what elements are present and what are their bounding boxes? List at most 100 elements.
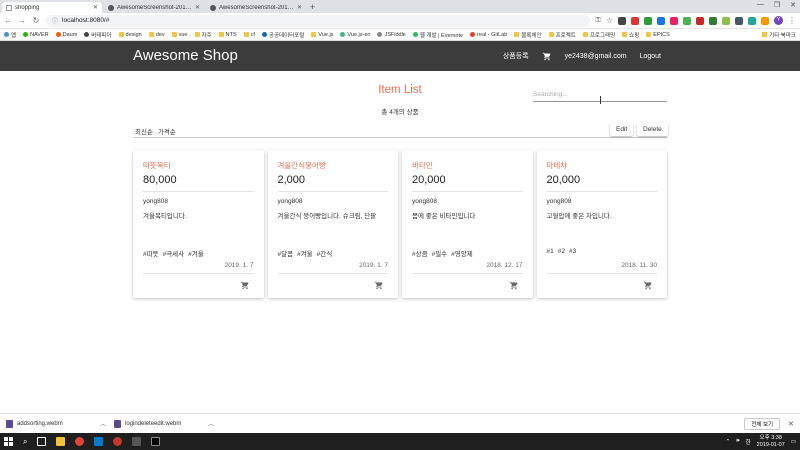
bookmark-item[interactable]: real · GitLab bbox=[470, 32, 507, 38]
system-clock[interactable]: 오후 3:38 2019-01-07 bbox=[757, 435, 785, 448]
bookmark-item[interactable]: Vue.js-en bbox=[340, 32, 370, 38]
bookmark-item[interactable]: JSFiddle bbox=[377, 32, 406, 38]
extension-icon[interactable] bbox=[722, 16, 730, 25]
tag[interactable]: #2 bbox=[558, 248, 565, 255]
browser-tab[interactable]: AwesomeScreenshot-2019-01-0 ✕ bbox=[206, 2, 306, 13]
item-card[interactable]: 마테차 20,000 yong808 고혈압에 좋은 차입니다. #1 #2 #… bbox=[536, 150, 667, 298]
cart-icon[interactable] bbox=[542, 52, 552, 61]
tag[interactable]: #극세사 bbox=[163, 248, 185, 258]
extension-icon[interactable] bbox=[709, 16, 717, 25]
add-to-cart-icon[interactable] bbox=[240, 281, 250, 290]
tag[interactable]: #겨울 bbox=[188, 248, 204, 258]
sort-price[interactable]: 가격순 bbox=[158, 126, 176, 136]
minimize-icon[interactable]: — bbox=[757, 1, 764, 9]
chevron-up-icon[interactable]: ︿ bbox=[100, 419, 106, 428]
logout-link[interactable]: Logout bbox=[640, 53, 661, 60]
star-icon[interactable]: ☆ bbox=[606, 16, 613, 25]
info-icon[interactable]: ⓘ bbox=[52, 16, 58, 25]
app-icon[interactable] bbox=[132, 437, 142, 446]
close-icon[interactable]: ✕ bbox=[297, 4, 302, 11]
tag[interactable]: #1 bbox=[547, 248, 554, 255]
delete-button[interactable]: Delete bbox=[637, 123, 668, 136]
add-to-cart-icon[interactable] bbox=[509, 281, 519, 290]
back-icon[interactable]: ← bbox=[4, 16, 12, 25]
bookmark-folder[interactable]: dev bbox=[148, 32, 165, 38]
menu-icon[interactable]: ⋮ bbox=[788, 16, 796, 25]
extension-icon[interactable] bbox=[631, 16, 639, 25]
new-tab-button[interactable]: + bbox=[310, 2, 315, 13]
bookmark-item[interactable]: 앱 bbox=[4, 31, 16, 39]
extension-icon[interactable] bbox=[696, 16, 704, 25]
other-bookmarks[interactable]: 기타 북마크 bbox=[762, 31, 796, 39]
bookmark-folder[interactable]: vue bbox=[171, 32, 188, 38]
tag[interactable]: #겨울 bbox=[297, 248, 313, 258]
item-name[interactable]: 비타민 bbox=[412, 160, 433, 171]
tag[interactable]: #영양제 bbox=[451, 248, 473, 258]
chrome-icon[interactable] bbox=[75, 437, 85, 446]
network-icon[interactable]: ⌃ bbox=[726, 439, 731, 445]
reload-icon[interactable]: ↻ bbox=[32, 16, 40, 25]
extension-icon[interactable] bbox=[735, 16, 743, 25]
bookmark-folder[interactable]: 쇼핑 bbox=[622, 31, 639, 39]
extension-icon[interactable] bbox=[761, 16, 769, 25]
item-card[interactable]: 따뜻목티 80,000 yong808 겨울목티입니다. #따뜻 #극세사 #겨… bbox=[133, 150, 264, 298]
ime-icon[interactable]: 한 bbox=[746, 438, 751, 446]
tag[interactable]: #달콤 bbox=[278, 248, 294, 258]
key-icon[interactable]: ⚿ bbox=[596, 17, 601, 25]
add-to-cart-icon[interactable] bbox=[374, 281, 384, 290]
download-item[interactable]: logindeleteedit.webm ︿ bbox=[114, 419, 214, 428]
app-icon[interactable] bbox=[113, 437, 123, 446]
item-name[interactable]: 겨울간식붕어빵 bbox=[278, 160, 326, 171]
extension-icon[interactable] bbox=[748, 16, 756, 25]
register-product-link[interactable]: 상품등록 bbox=[503, 51, 529, 61]
bookmark-folder[interactable]: 블록체인 bbox=[514, 31, 542, 39]
brand-logo[interactable]: Awesome Shop bbox=[133, 47, 238, 64]
browser-tab[interactable]: shopping ✕ bbox=[2, 2, 102, 13]
edit-button[interactable]: Edit bbox=[610, 123, 634, 136]
close-icon[interactable]: ✕ bbox=[195, 4, 200, 11]
user-email[interactable]: ye2438@gmail.com bbox=[565, 53, 627, 60]
profile-avatar[interactable]: Y bbox=[774, 16, 783, 25]
item-name[interactable]: 따뜻목티 bbox=[143, 160, 171, 171]
bookmark-folder[interactable]: EPICS bbox=[646, 32, 670, 38]
close-icon[interactable]: ✕ bbox=[788, 420, 794, 428]
sort-latest[interactable]: 최신순 bbox=[135, 126, 153, 136]
restore-icon[interactable]: ❐ bbox=[774, 1, 780, 9]
bookmark-item[interactable]: NAVER bbox=[23, 32, 49, 38]
tag[interactable]: #3 bbox=[569, 248, 576, 255]
bookmark-folder[interactable]: design bbox=[118, 32, 142, 38]
search-icon[interactable]: ⌕ bbox=[23, 437, 27, 447]
add-to-cart-icon[interactable] bbox=[643, 281, 653, 290]
file-explorer-icon[interactable] bbox=[56, 437, 66, 446]
browser-tab[interactable]: AwesomeScreenshot-2019-01-0 ✕ bbox=[104, 2, 204, 13]
bookmark-item[interactable]: 웹 개발 | Evernote bbox=[412, 31, 463, 39]
tag[interactable]: #간식 bbox=[317, 248, 333, 258]
vscode-icon[interactable] bbox=[94, 437, 104, 446]
show-all-downloads-button[interactable]: 전체 보기 bbox=[744, 417, 781, 430]
address-bar[interactable]: ⓘ localhost:8080/# bbox=[46, 14, 590, 27]
download-item[interactable]: addsorting.webm ︿ bbox=[6, 419, 106, 428]
tag[interactable]: #따뜻 bbox=[143, 248, 159, 258]
bookmark-folder[interactable]: Vue.js bbox=[311, 32, 333, 38]
extension-icon[interactable] bbox=[644, 16, 652, 25]
windows-start-icon[interactable] bbox=[4, 437, 13, 446]
bookmark-item[interactable]: 버테피아 bbox=[84, 31, 112, 39]
close-icon[interactable]: ✕ bbox=[93, 4, 98, 11]
tag[interactable]: #상큼 bbox=[412, 248, 428, 258]
bookmark-folder[interactable]: 프로그래밍 bbox=[582, 31, 615, 39]
extension-icon[interactable] bbox=[657, 16, 665, 25]
bookmark-folder[interactable]: 프로젝트 bbox=[548, 31, 576, 39]
extension-icon[interactable] bbox=[618, 16, 626, 25]
terminal-icon[interactable] bbox=[151, 437, 161, 446]
bookmark-folder[interactable]: NTS bbox=[218, 32, 237, 38]
extension-icon[interactable] bbox=[670, 16, 678, 25]
volume-icon[interactable]: 🕪 bbox=[736, 438, 739, 445]
extension-icon[interactable] bbox=[683, 16, 691, 25]
item-name[interactable]: 마테차 bbox=[547, 160, 568, 171]
close-window-icon[interactable]: ✕ bbox=[790, 1, 796, 9]
item-card[interactable]: 겨울간식붕어빵 2,000 yong808 겨울간식 붕어빵입니다. 슈크림, … bbox=[267, 150, 398, 298]
bookmark-item[interactable]: Daum bbox=[55, 32, 77, 38]
bookmark-item[interactable]: 공공데이터포털 bbox=[261, 31, 304, 39]
notification-icon[interactable]: ▭ bbox=[791, 439, 796, 445]
forward-icon[interactable]: → bbox=[18, 16, 26, 25]
